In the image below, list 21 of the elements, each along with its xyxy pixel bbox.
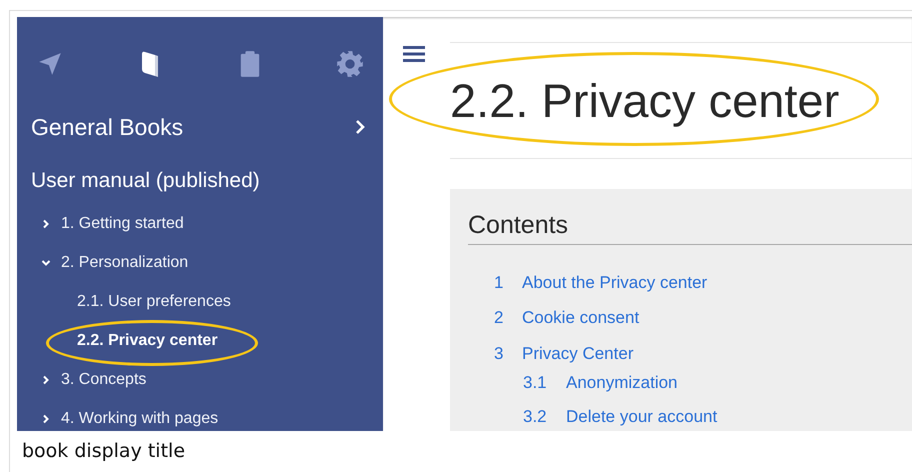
chevron-icon[interactable]: [41, 258, 51, 268]
settings-icon[interactable]: [335, 48, 365, 80]
tree-item[interactable]: 3. Concepts: [61, 370, 146, 388]
chevron-icon[interactable]: [41, 218, 51, 228]
book-title[interactable]: User manual (published): [17, 142, 383, 196]
caption: book display title: [21, 439, 186, 462]
toc-link[interactable]: 1 About the Privacy center: [494, 265, 708, 300]
tree-item[interactable]: 2. Personalization: [61, 254, 188, 272]
toc-link[interactable]: 2 Cookie consent: [494, 300, 640, 336]
tree-item[interactable]: 1. Getting started: [61, 214, 184, 232]
tree-item[interactable]: 2.2. Privacy center: [77, 332, 218, 350]
menu-icon[interactable]: [403, 45, 425, 63]
chevron-right-icon[interactable]: [355, 119, 365, 135]
page-title: 2.2. Privacy center: [450, 73, 840, 129]
tree-item[interactable]: 4. Working with pages: [61, 410, 218, 428]
book-group-title[interactable]: General Books: [31, 114, 184, 140]
chevron-icon[interactable]: [41, 374, 51, 384]
tree-item[interactable]: 2.1. User preferences: [77, 292, 231, 310]
contents-heading: Contents: [468, 211, 912, 245]
chevron-icon[interactable]: [41, 414, 51, 424]
toc-link[interactable]: 3.2 Delete your account: [523, 400, 718, 431]
